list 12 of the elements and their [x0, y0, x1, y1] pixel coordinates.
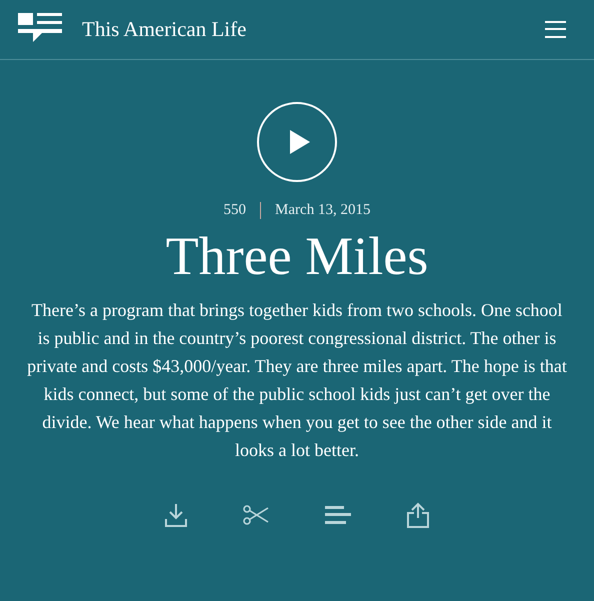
download-icon[interactable]: [165, 503, 187, 528]
episode-title: Three Miles: [166, 227, 428, 286]
episode-description: There’s a program that brings together kids from two schools. One school is public and in the country’s poorest congressional district. The other is private and costs $43,000/year. They are three miles apart. The hope is that kids connect, but some of the public school kids just can’t get over the divide. We hear what happens when you get to see the other side and it looks a lot better.: [26, 299, 568, 462]
share-icon[interactable]: [407, 502, 429, 528]
episode-number: 550: [224, 202, 246, 219]
episode-date: March 13, 2015: [275, 202, 370, 219]
site-title[interactable]: This American Life: [82, 17, 246, 42]
scissors-icon[interactable]: [243, 505, 269, 526]
menu-icon[interactable]: [545, 21, 566, 38]
play-button[interactable]: [257, 102, 337, 182]
transcript-icon[interactable]: [325, 506, 351, 524]
play-icon: [290, 130, 310, 154]
